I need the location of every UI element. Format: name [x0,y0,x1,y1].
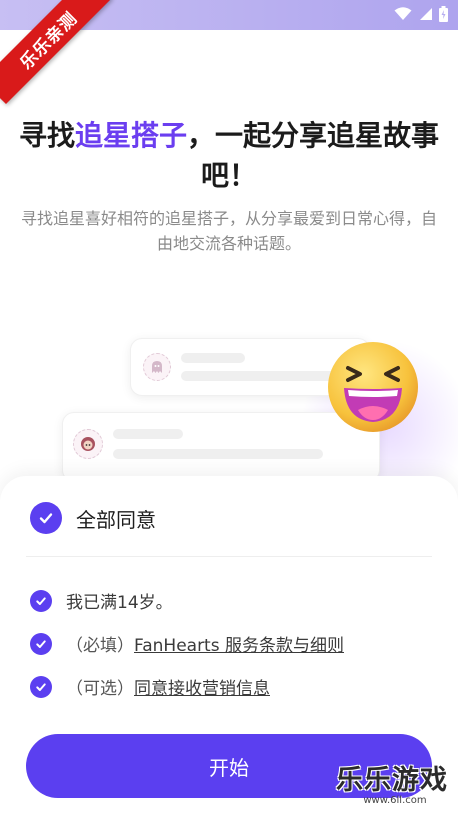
title-part-1: 寻找 [18,119,75,152]
placeholder-bar [113,449,323,459]
age-consent-row[interactable]: 我已满14岁。 [30,588,173,613]
terms-consent-row[interactable]: （必填）FanHearts 服务条款与细则 [30,631,344,656]
title-accent: 追星搭子 [74,119,187,152]
battery-icon [439,6,448,22]
watermark-title: 乐乐游戏 [336,765,448,796]
signal-icon [420,8,432,20]
checkmark-icon [36,682,46,691]
chat-illustration [0,320,458,510]
ghost-avatar-icon [143,353,171,381]
placeholder-bar [181,353,245,363]
page-title: 寻找追星搭子，一起分享追星故事吧！ [0,116,458,196]
agree-all-checkbox[interactable] [30,502,62,534]
marketing-checkbox[interactable] [30,675,52,698]
subtitle: 寻找追星喜好相符的追星搭子，从分享最爱到日常心得，自由地交流各种话题。 [20,209,437,253]
agree-all-label: 全部同意 [76,507,156,532]
terms-required-tag: （必填） [66,636,134,656]
placeholder-bar [113,429,183,439]
checkmark-icon [36,596,46,605]
age-checkbox[interactable] [30,589,52,612]
checkmark-icon [39,513,53,524]
age-label: 我已满14岁。 [66,593,173,613]
status-icons [394,6,448,22]
terms-link[interactable]: FanHearts 服务条款与细则 [134,636,344,656]
wifi-icon [394,7,412,20]
marketing-link[interactable]: 同意接收营销信息 [134,679,270,699]
title-part-2: ，一起分享追星故事吧！ [187,119,440,192]
laughing-emoji-icon [328,342,418,432]
terms-label: （必填）FanHearts 服务条款与细则 [66,631,344,656]
checkmark-icon [36,639,46,648]
placeholder-bar [181,371,341,381]
marketing-consent-row[interactable]: （可选）同意接收营销信息 [30,674,270,699]
marketing-label: （可选）同意接收营销信息 [66,674,270,699]
agree-all-row[interactable]: 全部同意 [30,502,156,534]
divider [26,556,432,557]
marketing-optional-tag: （可选） [66,679,134,699]
terms-checkbox[interactable] [30,632,52,655]
site-watermark: 乐乐游戏 www.6ll.com [336,758,454,806]
character-avatar-icon [73,429,103,459]
